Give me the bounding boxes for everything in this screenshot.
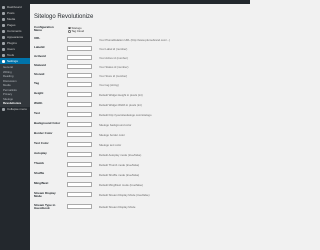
text-input[interactable] — [67, 162, 92, 167]
field-description: Your Active id (number) — [99, 56, 128, 60]
settings-submenu: General Writing Reading Discussion Media… — [0, 64, 30, 107]
field-label: Tag — [34, 81, 40, 85]
field-description: Sitelogo text color — [99, 143, 122, 147]
text-input[interactable] — [67, 192, 92, 197]
field-description: Default http://yoursitesitelogo.com/site… — [99, 113, 152, 117]
field-description: Your Store id (number) — [99, 74, 128, 78]
field-description: Your PlumeRelation URL (http://www.plume… — [99, 38, 171, 42]
page-title: Sitelogo Revolutionize — [34, 14, 94, 20]
field-description: Default Widget Height in pixels (int) — [99, 93, 143, 97]
form-row: Width Default Widget Width in pixels (int… — [34, 101, 246, 112]
form-row: Stream Type in Guestbook Default Stream D… — [34, 203, 246, 214]
form-row: MinglNext Default MinglNext mode (true/fa… — [34, 181, 246, 192]
field-label: Text — [34, 111, 40, 115]
form-row: Text Default http://yoursitesitelogo.com/… — [34, 111, 246, 122]
field-label: Statusid — [34, 63, 46, 67]
collapse-menu-button[interactable]: Collapse menu — [0, 107, 30, 113]
form-row: Autoplay Default Autoplay mode (true/fals… — [34, 151, 246, 162]
page-icon — [2, 23, 5, 27]
form-row: Border Color Sitelogo border color — [34, 131, 246, 142]
text-input[interactable] — [67, 112, 92, 117]
radio-button[interactable] — [68, 30, 71, 33]
text-input[interactable] — [67, 102, 92, 107]
plugin-icon — [2, 41, 5, 45]
text-input[interactable] — [67, 37, 92, 42]
comment-icon — [2, 29, 5, 33]
form-row-config: Configuration Menu Sitelogo Tag Cloud — [34, 25, 246, 36]
field-description: Default Stream Display Mode — [99, 205, 136, 209]
media-icon — [2, 17, 5, 21]
field-label: Text Color — [34, 141, 49, 145]
field-label: Background Color — [34, 121, 61, 125]
main-content: Sitelogo Revolutionize Configuration Men… — [33, 6, 247, 250]
field-description: Sitelogo background color — [99, 123, 132, 127]
text-input[interactable] — [67, 122, 92, 127]
field-label: Labelid — [34, 45, 45, 49]
field-label: Autoplay — [34, 151, 47, 155]
text-input[interactable] — [67, 182, 92, 187]
config-radio-group: Sitelogo Tag Cloud — [68, 26, 84, 33]
text-input[interactable] — [67, 55, 92, 60]
text-input[interactable] — [67, 142, 92, 147]
field-label: Shuffle — [34, 171, 45, 175]
field-label: Height — [34, 91, 44, 95]
form-row: Text Color Sitelogo text color — [34, 141, 246, 152]
field-description: Sitelogo border color — [99, 133, 125, 137]
text-input[interactable] — [67, 82, 92, 87]
form-row: Stream Display Mode Default Stream Displa… — [34, 191, 246, 202]
text-input[interactable] — [67, 152, 92, 157]
form-row: Background Color Sitelogo background colo… — [34, 121, 246, 132]
field-label: Border Color — [34, 131, 53, 135]
wrench-icon — [2, 53, 5, 57]
field-description: Default Shuffle mode (true/false) — [99, 173, 140, 177]
admin-sidebar: Dashboard Posts Media Pages Comments App… — [0, 4, 30, 250]
field-description: Your Status id (number) — [99, 65, 129, 69]
users-icon — [2, 47, 5, 51]
field-label: Width — [34, 101, 43, 105]
field-description: Default MinglNext mode (true/false) — [99, 183, 143, 187]
form-row: Height Default Widget Height in pixels (i… — [34, 91, 246, 102]
dashboard-icon — [2, 5, 5, 9]
field-label: Stream Display Mode — [34, 191, 56, 199]
text-input[interactable] — [67, 132, 92, 137]
form-row: Tag Your tag (string) — [34, 81, 246, 92]
text-input[interactable] — [67, 92, 92, 97]
text-input[interactable] — [67, 46, 92, 51]
field-description: Default Stream Display Mode (true/false) — [99, 193, 150, 197]
settings-icon — [2, 59, 5, 63]
field-label: Activeid — [34, 54, 46, 58]
radio-option[interactable]: Tag Cloud — [68, 29, 84, 33]
field-label: Thumb — [34, 161, 44, 165]
admin-bar — [0, 0, 250, 4]
form-row: Thumb Default Thumb mode (true/false) — [34, 161, 246, 172]
text-input[interactable] — [67, 64, 92, 69]
form-row: Shuffle Default Shuffle mode (true/false) — [34, 171, 246, 182]
field-description: Default Widget Width in pixels (int) — [99, 103, 142, 107]
field-label: MinglNext — [34, 181, 49, 185]
text-input[interactable] — [67, 73, 92, 78]
pin-icon — [2, 11, 5, 15]
field-description: Default Autoplay mode (true/false) — [99, 153, 142, 157]
field-description: Your tag (string) — [99, 83, 119, 87]
submenu-item-current[interactable]: Revolutionize — [0, 101, 30, 106]
radio-button[interactable] — [68, 26, 71, 30]
field-description: Your Label id (number) — [99, 47, 128, 51]
text-input[interactable] — [67, 172, 92, 177]
text-input[interactable] — [67, 204, 92, 209]
field-label: Configuration Menu — [34, 25, 54, 33]
sidebar-item-settings[interactable]: Settings — [0, 58, 30, 64]
field-label: URL — [34, 36, 41, 40]
field-label: Storeid — [34, 72, 45, 76]
brush-icon — [2, 35, 5, 39]
collapse-icon — [2, 108, 5, 111]
field-label: Stream Type in Guestbook — [34, 203, 56, 211]
field-description: Default Thumb mode (true/false) — [99, 163, 140, 167]
